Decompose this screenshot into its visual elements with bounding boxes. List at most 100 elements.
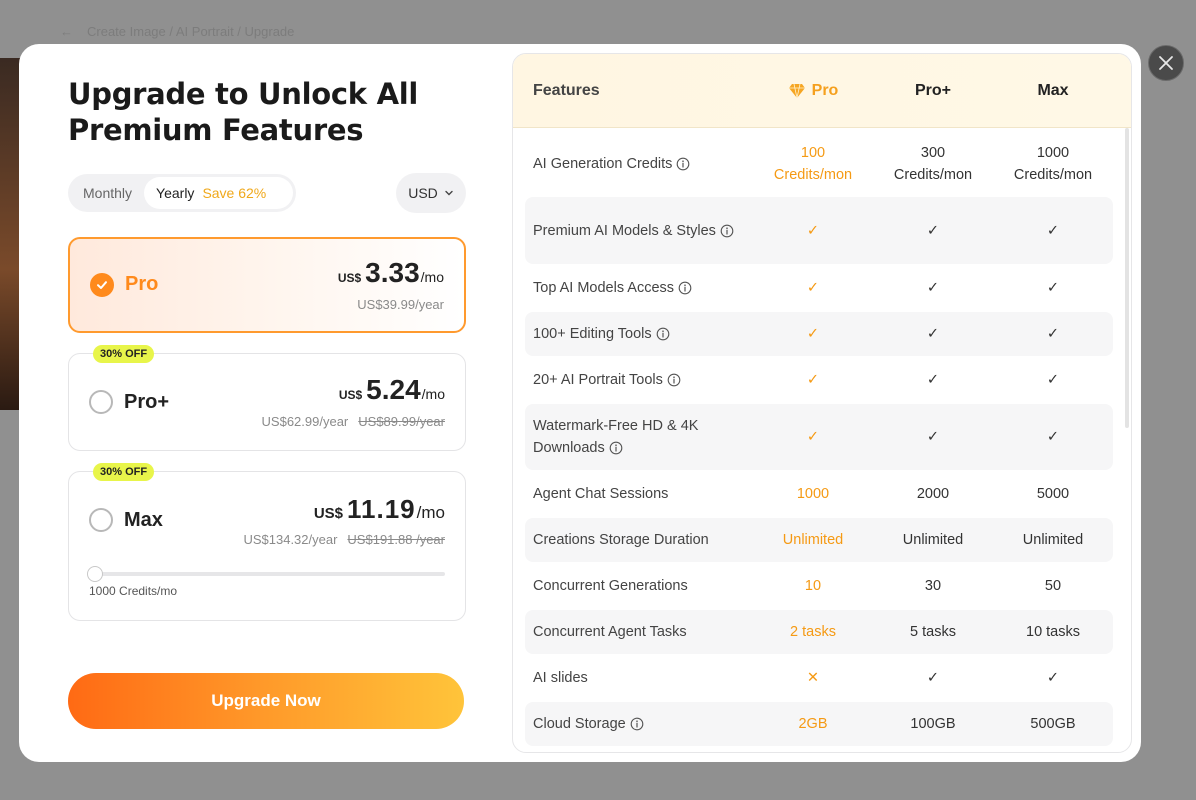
price-amount: 5.24 <box>366 374 421 405</box>
info-icon[interactable] <box>678 281 692 295</box>
currency-prefix: US$ <box>337 271 362 285</box>
feature-row: Premium AI Models & Styles ✓ ✓ ✓ <box>525 197 1113 264</box>
pro-value: 100 Credits/mon <box>753 142 873 186</box>
header-max: Max <box>1037 82 1069 99</box>
slider-handle[interactable] <box>87 566 103 582</box>
plan-name: Pro+ <box>124 391 170 413</box>
proplus-value: ✓ <box>873 220 993 242</box>
max-value: ✓ <box>993 369 1113 391</box>
pro-value: 10 <box>753 575 873 597</box>
feature-label: 20+ AI Portrait Tools <box>533 372 663 388</box>
upgrade-now-button[interactable]: Upgrade Now <box>68 673 464 729</box>
plan-card-proplus[interactable]: Pro+ US$ 5.24 /mo US$62.99/year US$89.99… <box>68 353 466 451</box>
feature-name: AI Generation Credits <box>533 153 743 175</box>
feature-label: Premium AI Models & Styles <box>533 222 716 239</box>
monthly-option[interactable]: Monthly <box>71 177 144 209</box>
max-value: 5000 <box>993 483 1113 505</box>
currency-prefix: US$ <box>338 388 363 402</box>
feature-label: Agent Chat Sessions <box>533 486 669 502</box>
cell-text: 2000 <box>916 486 950 502</box>
max-value: ✓ <box>993 426 1113 448</box>
cell-text: 500GB <box>1030 716 1076 732</box>
proplus-value: ✓ <box>873 426 993 448</box>
features-header-label: Features <box>533 82 600 99</box>
pro-value: ✕ <box>753 667 873 689</box>
yearly-option[interactable]: Yearly Save 62% <box>144 177 293 209</box>
plan-card-pro[interactable]: Pro US$ 3.33 /mo US$39.99/year <box>68 237 466 333</box>
proplus-value: 100GB <box>873 713 993 735</box>
price-period: /mo <box>420 269 444 285</box>
proplus-value: ✓ <box>873 323 993 345</box>
max-value: 500GB <box>993 713 1113 735</box>
yearly-price: US$134.32/year <box>243 532 338 547</box>
max-value: ✓ <box>993 277 1113 299</box>
max-value: ✓ <box>993 323 1113 345</box>
feature-row: Agent Chat Sessions 1000 2000 5000 <box>525 472 1113 516</box>
close-button[interactable] <box>1148 45 1184 81</box>
currency-select[interactable]: USD <box>396 173 466 213</box>
feature-name: Premium AI Models & Styles <box>533 220 743 242</box>
plan-radio-pro[interactable] <box>90 273 114 297</box>
feature-row: AI Generation Credits 100 Credits/mon 300 Cr… <box>525 133 1113 195</box>
pro-value: ✓ <box>753 426 873 448</box>
feature-name: Creations Storage Duration <box>533 529 743 551</box>
info-icon[interactable] <box>676 157 690 171</box>
pro-value: ✓ <box>753 323 873 345</box>
plan-card-max[interactable]: Max US$ 11.19 /mo US$134.32/year US$191.… <box>68 471 466 621</box>
plan-radio-max[interactable] <box>89 508 113 532</box>
pro-value: ✓ <box>753 277 873 299</box>
feature-name: Concurrent Generations <box>533 575 743 597</box>
plan-radio-proplus[interactable] <box>89 390 113 414</box>
feature-label: Concurrent Agent Tasks <box>533 624 687 640</box>
scrollbar[interactable] <box>1125 128 1129 428</box>
features-comparison-panel: Features Pro Pro+ Max AI Generation Cred… <box>512 53 1132 753</box>
cell-text: ✓ <box>926 372 940 388</box>
feature-name: AI slides <box>533 667 743 689</box>
billing-period-toggle: Monthly Yearly Save 62% <box>68 174 296 212</box>
feature-label: AI slides <box>533 670 588 686</box>
header-proplus: Pro+ <box>914 82 951 99</box>
upgrade-modal: Upgrade to Unlock All Premium Features M… <box>19 44 1141 762</box>
info-icon[interactable] <box>667 373 681 387</box>
proplus-value: ✓ <box>873 667 993 689</box>
feature-label: 100+ Editing Tools <box>533 326 652 342</box>
proplus-value: 2000 <box>873 483 993 505</box>
info-icon[interactable] <box>720 224 734 238</box>
features-header: Features Pro Pro+ Max <box>513 54 1131 128</box>
feature-name: Cloud Storage <box>533 713 743 735</box>
yearly-price: US$62.99/year <box>261 414 349 429</box>
feature-label: Creations Storage Duration <box>533 532 709 548</box>
original-price: US$89.99/year <box>358 414 445 429</box>
max-value: ✓ <box>993 667 1113 689</box>
info-icon[interactable] <box>609 441 623 455</box>
cell-text: 100 <box>800 145 826 161</box>
info-icon[interactable] <box>656 327 670 341</box>
price-period: /mo <box>421 386 445 402</box>
cell-text: Credits/mon <box>893 167 973 183</box>
chevron-down-icon <box>445 190 453 196</box>
cell-text: ✓ <box>1046 670 1060 686</box>
cell-text: 2 tasks <box>790 624 836 640</box>
cell-text: 2GB <box>798 716 828 732</box>
cell-text: 5 tasks <box>910 624 956 640</box>
yearly-label: Yearly <box>156 185 195 201</box>
monthly-label: Monthly <box>83 185 133 201</box>
pro-value: 2 tasks <box>753 621 873 643</box>
max-value: 1000 Credits/mon <box>993 142 1113 186</box>
cell-text: Unlimited <box>1022 532 1084 548</box>
plan-name: Max <box>124 509 163 531</box>
info-icon[interactable] <box>630 717 644 731</box>
cell-text: 5000 <box>1036 486 1070 502</box>
max-value: 50 <box>993 575 1113 597</box>
cell-text: Unlimited <box>782 532 844 548</box>
plan-yearly-price: US$62.99/year US$89.99/year <box>262 414 445 429</box>
max-value: 10 tasks <box>993 621 1113 643</box>
feature-row: AI slides ✕ ✓ ✓ <box>525 656 1113 700</box>
pro-value: 2GB <box>753 713 873 735</box>
cell-text: 1000 <box>796 486 830 502</box>
cell-text: ✓ <box>806 222 820 239</box>
cell-text: 30 <box>924 578 942 594</box>
credits-slider[interactable] <box>87 566 445 582</box>
check-icon <box>97 281 107 289</box>
cell-text: 10 tasks <box>1026 624 1080 640</box>
